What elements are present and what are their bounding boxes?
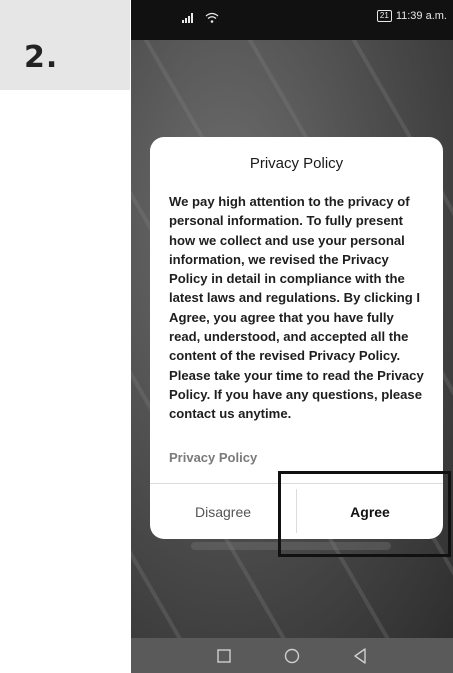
agree-highlight-frame bbox=[278, 471, 451, 557]
disagree-button[interactable]: Disagree bbox=[150, 484, 296, 539]
privacy-policy-link[interactable]: Privacy Policy bbox=[169, 450, 257, 465]
clock-time: 11:39 a.m. bbox=[395, 10, 447, 22]
status-icons-right: 21 11:39 a.m. bbox=[376, 10, 447, 22]
dialog-body-text: We pay high attention to the privacy of … bbox=[169, 194, 424, 422]
circle-icon[interactable] bbox=[283, 647, 301, 665]
navigation-bar bbox=[131, 638, 453, 673]
signal-icon bbox=[181, 12, 195, 26]
phone-screen: 21 11:39 a.m. Privacy Policy We pay high… bbox=[131, 0, 453, 673]
battery-icon: 21 bbox=[376, 10, 392, 22]
status-icons-left bbox=[181, 12, 219, 26]
square-icon[interactable] bbox=[215, 647, 233, 665]
status-bar: 21 11:39 a.m. bbox=[131, 0, 453, 40]
step-number: 2. bbox=[24, 40, 59, 75]
step-badge: 2. bbox=[0, 0, 130, 90]
back-triangle-icon[interactable] bbox=[351, 647, 369, 665]
dialog-title: Privacy Policy bbox=[249, 155, 344, 172]
wifi-icon bbox=[205, 12, 219, 26]
